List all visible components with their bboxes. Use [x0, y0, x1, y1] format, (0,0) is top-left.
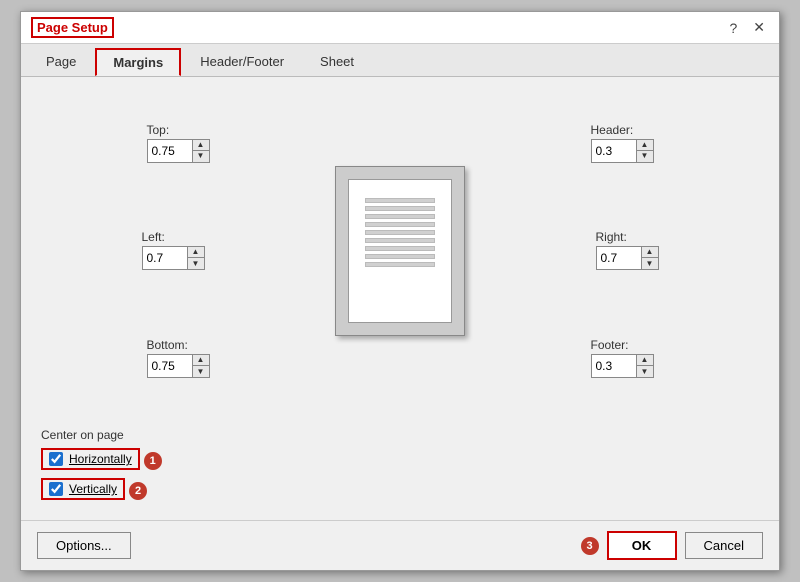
- vertically-badge: 2: [129, 482, 147, 500]
- header-input[interactable]: [592, 142, 636, 160]
- horizontally-checkbox-row: Horizontally: [41, 448, 140, 470]
- page-lines: [365, 198, 435, 304]
- footer-field-area: Footer: ▲ ▼: [591, 330, 654, 378]
- right-field-area: Right: ▲ ▼: [586, 230, 659, 270]
- bottom-actions: Options... 3 OK Cancel: [21, 520, 779, 570]
- tab-margins[interactable]: Margins: [95, 48, 181, 76]
- footer-margin-field: Footer: ▲ ▼: [591, 338, 654, 378]
- top-field-area: Top: ▲ ▼: [147, 123, 210, 171]
- line-5: [365, 230, 435, 235]
- line-8: [365, 254, 435, 259]
- top-spin-buttons: ▲ ▼: [192, 140, 209, 162]
- tab-bar: Page Margins Header/Footer Sheet: [21, 44, 779, 77]
- ok-button[interactable]: OK: [607, 531, 677, 560]
- line-6: [365, 238, 435, 243]
- left-spin-up[interactable]: ▲: [188, 247, 204, 258]
- horizontally-checkbox[interactable]: [49, 452, 63, 466]
- cancel-button[interactable]: Cancel: [685, 532, 763, 559]
- footer-input[interactable]: [592, 357, 636, 375]
- line-2: [365, 206, 435, 211]
- ok-badge-area: 3 OK: [577, 531, 677, 560]
- left-field-area: Left: ▲ ▼: [142, 230, 215, 270]
- footer-spin-buttons: ▲ ▼: [636, 355, 653, 377]
- vertically-checkbox[interactable]: [49, 482, 63, 496]
- title-bar: Page Setup ? ✕: [21, 12, 779, 44]
- header-label: Header:: [591, 123, 634, 137]
- horizontally-row: Horizontally 1: [41, 448, 759, 474]
- left-spin-field: ▲ ▼: [142, 246, 205, 270]
- tab-header-footer[interactable]: Header/Footer: [183, 48, 301, 76]
- top-spin-down[interactable]: ▼: [193, 151, 209, 162]
- top-input[interactable]: [148, 142, 192, 160]
- page-preview: [315, 156, 485, 346]
- center-on-page-section: Center on page Horizontally 1 Vertically…: [41, 420, 759, 504]
- bottom-spin-field: ▲ ▼: [147, 354, 210, 378]
- right-spin-buttons: ▲ ▼: [641, 247, 658, 269]
- content-area: Top: ▲ ▼: [21, 77, 779, 520]
- line-1: [365, 198, 435, 203]
- header-field-area: Header: ▲ ▼: [591, 123, 654, 171]
- margins-layout: Top: ▲ ▼: [41, 93, 759, 408]
- vertically-checkbox-row: Vertically: [41, 478, 125, 500]
- top-spin-up[interactable]: ▲: [193, 140, 209, 151]
- line-7: [365, 246, 435, 251]
- bottom-input[interactable]: [148, 357, 192, 375]
- options-button[interactable]: Options...: [37, 532, 131, 559]
- header-spin-down[interactable]: ▼: [637, 151, 653, 162]
- tab-sheet[interactable]: Sheet: [303, 48, 371, 76]
- line-9: [365, 262, 435, 267]
- title-bar-controls: ? ✕: [725, 19, 769, 36]
- bottom-spin-up[interactable]: ▲: [193, 355, 209, 366]
- page-inner: [348, 179, 452, 323]
- close-button[interactable]: ✕: [749, 19, 769, 36]
- top-margin-field: Top: ▲ ▼: [147, 123, 210, 163]
- tab-page[interactable]: Page: [29, 48, 93, 76]
- footer-spin-field: ▲ ▼: [591, 354, 654, 378]
- vertically-row: Vertically 2: [41, 478, 759, 504]
- help-button[interactable]: ?: [725, 20, 741, 36]
- left-spin-buttons: ▲ ▼: [187, 247, 204, 269]
- right-spin-down[interactable]: ▼: [642, 258, 658, 269]
- bottom-margin-field: Bottom: ▲ ▼: [147, 338, 210, 378]
- right-margin-field: Right: ▲ ▼: [596, 230, 659, 270]
- page-outer: [335, 166, 465, 336]
- page-setup-dialog: Page Setup ? ✕ Page Margins Header/Foote…: [20, 11, 780, 571]
- header-margin-field: Header: ▲ ▼: [591, 123, 654, 163]
- ok-badge: 3: [581, 537, 599, 555]
- right-spin-up[interactable]: ▲: [642, 247, 658, 258]
- left-margin-field: Left: ▲ ▼: [142, 230, 205, 270]
- footer-spin-down[interactable]: ▼: [637, 366, 653, 377]
- right-label: Right:: [596, 230, 627, 244]
- footer-spin-up[interactable]: ▲: [637, 355, 653, 366]
- dialog-title: Page Setup: [31, 17, 114, 38]
- header-spin-buttons: ▲ ▼: [636, 140, 653, 162]
- horizontally-label: Horizontally: [69, 452, 132, 466]
- center-on-page-title: Center on page: [41, 428, 759, 442]
- header-spin-field: ▲ ▼: [591, 139, 654, 163]
- line-4: [365, 222, 435, 227]
- left-input[interactable]: [143, 249, 187, 267]
- right-input[interactable]: [597, 249, 641, 267]
- header-spin-up[interactable]: ▲: [637, 140, 653, 151]
- right-spin-field: ▲ ▼: [596, 246, 659, 270]
- left-spin-down[interactable]: ▼: [188, 258, 204, 269]
- bottom-spin-buttons: ▲ ▼: [192, 355, 209, 377]
- horizontally-badge: 1: [144, 452, 162, 470]
- left-label: Left:: [142, 230, 165, 244]
- bottom-label: Bottom:: [147, 338, 188, 352]
- bottom-spin-down[interactable]: ▼: [193, 366, 209, 377]
- line-3: [365, 214, 435, 219]
- top-label: Top:: [147, 123, 170, 137]
- top-spin-field: ▲ ▼: [147, 139, 210, 163]
- center-checkboxes: Horizontally 1 Vertically 2: [41, 448, 759, 504]
- bottom-field-area: Bottom: ▲ ▼: [147, 330, 210, 378]
- footer-label: Footer:: [591, 338, 629, 352]
- vertically-label: Vertically: [69, 482, 117, 496]
